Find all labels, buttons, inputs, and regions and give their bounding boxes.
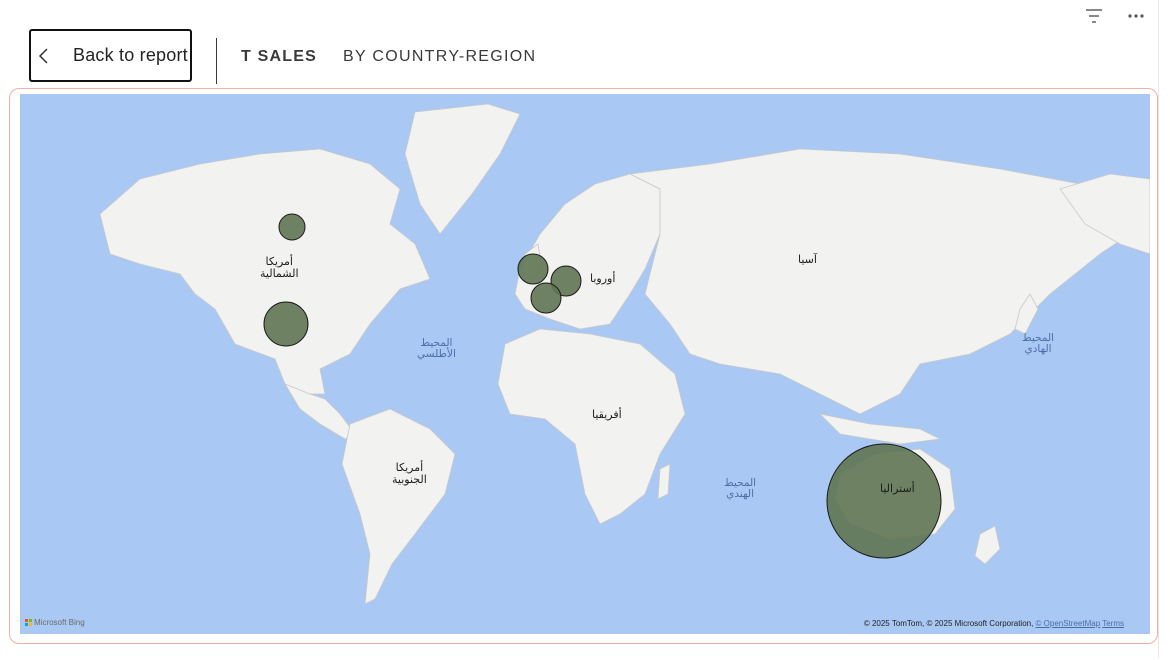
sales-bubble[interactable] — [263, 301, 309, 347]
microsoft-logo-icon — [25, 619, 32, 626]
landmass-south-america — [341, 408, 456, 605]
filter-icon[interactable] — [1084, 6, 1104, 26]
back-button-label: Back to report — [73, 45, 188, 65]
label-atlantic-ocean: المحيط الأطلسي — [417, 337, 456, 360]
label-south-america: أمريكا الجنوبية — [392, 462, 427, 486]
sales-bubble[interactable] — [530, 282, 562, 314]
terms-link[interactable]: Terms — [1102, 619, 1124, 628]
chevron-left-icon — [38, 47, 48, 64]
landmass-madagascar — [657, 463, 671, 500]
label-pacific-ocean: المحيط الهادي — [1022, 332, 1055, 355]
world-map[interactable]: أمريكا الشمالية أمريكا الجنوبية أوروبا أ… — [20, 94, 1150, 634]
map-visual-container: أمريكا الشمالية أمريكا الجنوبية أوروبا أ… — [9, 88, 1158, 644]
more-options-icon[interactable] — [1126, 6, 1146, 26]
back-to-report-button[interactable]: Back to report — [29, 29, 192, 82]
landmass-greenland — [404, 103, 521, 235]
visual-title: T SALES BY COUNTRY-REGION — [241, 48, 536, 66]
sales-bubble[interactable] — [826, 443, 942, 559]
map-attribution: © 2025 TomTom, © 2025 Microsoft Corporat… — [863, 619, 1124, 628]
visual-title-main: T SALES — [241, 48, 317, 65]
visual-title-sub: BY COUNTRY-REGION — [342, 48, 537, 65]
label-indian-ocean: المحيط الهندي — [724, 477, 757, 500]
label-africa: أفريقيا — [592, 409, 622, 421]
label-australia: أستراليا — [880, 483, 915, 495]
map-canvas — [99, 103, 1150, 605]
label-asia: آسيا — [798, 254, 817, 266]
landmass-africa — [497, 328, 686, 525]
landmass-new-zealand — [974, 525, 1001, 565]
bing-logo: Microsoft Bing — [25, 618, 85, 627]
sales-bubble[interactable] — [517, 253, 549, 285]
sales-bubble[interactable] — [278, 213, 306, 241]
header-divider — [216, 38, 217, 84]
landmass-indonesia — [818, 413, 942, 445]
visual-toolbar — [1084, 6, 1146, 26]
label-europe: أوروبا — [590, 273, 616, 285]
label-north-america: أمريكا الشمالية — [260, 256, 299, 280]
osm-link[interactable]: © OpenStreetMap — [1036, 619, 1101, 628]
